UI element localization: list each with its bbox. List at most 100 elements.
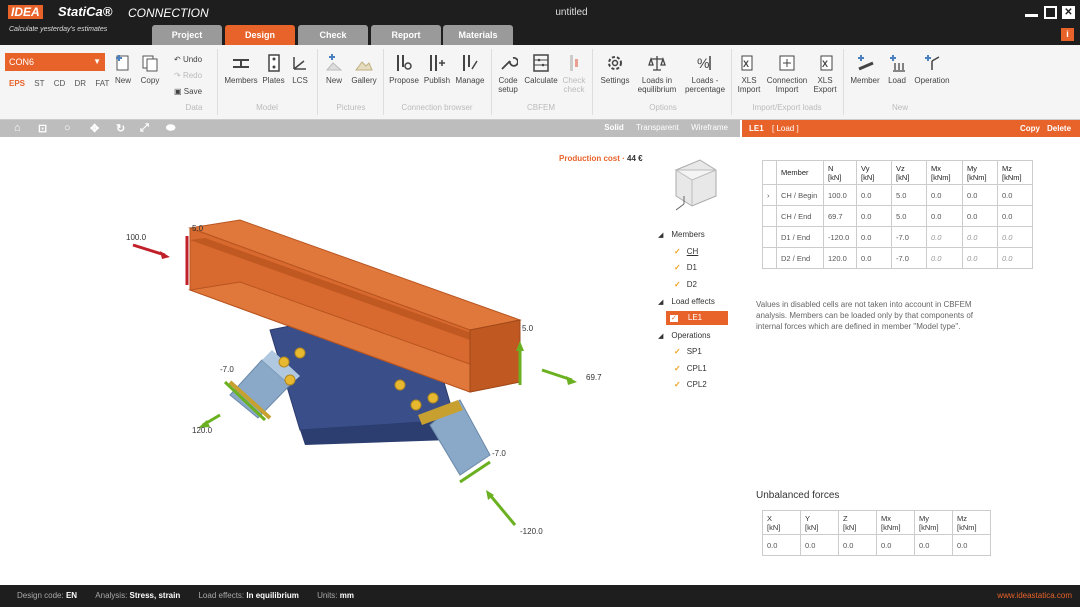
loads-percentage-button[interactable]: % Loads - percentage (682, 53, 728, 94)
cell-vz[interactable]: 5.0 (891, 184, 927, 206)
tree-group-members[interactable]: ◢ Members (658, 230, 705, 239)
percent-icon: % (697, 55, 711, 71)
xls-export-button[interactable]: X XLS Export (811, 53, 839, 94)
analysis-st[interactable]: ST (34, 79, 44, 88)
group-data-label: Data (185, 103, 203, 112)
table-row[interactable]: D2 / End 120.0 0.0 -7.0 0.0 0.0 0.0 (762, 247, 1033, 269)
info-icon[interactable]: i (1061, 28, 1074, 41)
cell-n[interactable]: 69.7 (823, 205, 857, 227)
connection-import-button[interactable]: Connection Import (764, 53, 810, 94)
status-bar: Design code: EN Analysis: Stress, strain… (0, 585, 1080, 607)
zoom-icon[interactable]: ○ (64, 122, 71, 134)
undo-button[interactable]: ↶ Undo (174, 55, 202, 64)
force-arrowhead (566, 376, 577, 385)
cell-n[interactable]: 120.0 (823, 247, 857, 269)
tree-item-le1[interactable]: ✓ LE1 (666, 311, 728, 325)
rotate-icon[interactable]: ↻ (116, 122, 125, 135)
propose-label: Propose (389, 76, 419, 85)
website-link[interactable]: www.ideastatica.com (997, 585, 1072, 607)
check-icon: ✓ (674, 247, 681, 256)
load-effect-header: LE1 [ Load ] Copy Delete (742, 120, 1080, 137)
analysis-fat[interactable]: FAT (95, 79, 109, 88)
new-button[interactable]: New (112, 53, 134, 85)
cell-vy[interactable]: 0.0 (856, 184, 892, 206)
gallery-button[interactable]: Gallery (349, 53, 379, 85)
analysis-eps[interactable]: EPS (9, 79, 25, 88)
tab-design[interactable]: Design (225, 25, 295, 45)
calculate-button[interactable]: Calculate (522, 53, 560, 85)
cell-vy[interactable]: 0.0 (856, 205, 892, 227)
new-member-button[interactable]: Member (847, 53, 883, 85)
tab-report[interactable]: Report (371, 25, 441, 45)
manage-button[interactable]: Manage (453, 53, 487, 85)
connection-3d-model[interactable] (0, 137, 740, 582)
row-selector[interactable] (762, 247, 777, 269)
cell-vy[interactable]: 0.0 (856, 247, 892, 269)
plates-button[interactable]: Plates (261, 53, 286, 85)
cell-my[interactable]: 0.0 (962, 205, 998, 227)
cell-vy[interactable]: 0.0 (856, 226, 892, 248)
connection-select[interactable]: CON6 ▼ (5, 53, 105, 71)
zoom-extents-icon[interactable]: ⤢ (140, 122, 149, 135)
xls-import-button[interactable]: X XLS Import (735, 53, 763, 94)
cell-n[interactable]: -120.0 (823, 226, 857, 248)
table-row[interactable]: › CH / Begin 100.0 0.0 5.0 0.0 0.0 0.0 (762, 184, 1033, 206)
cell-mz[interactable]: 0.0 (997, 184, 1033, 206)
delete-load-button[interactable]: Delete (1047, 120, 1071, 137)
settings-button[interactable]: Settings (598, 53, 632, 85)
zoom-window-icon[interactable]: ⊡ (38, 122, 47, 135)
check-check-button[interactable]: Check check (561, 53, 587, 94)
row-selector[interactable] (762, 226, 777, 248)
redo-button[interactable]: ↷ Redo (174, 71, 202, 80)
tree-item-d2[interactable]: ✓ D2 (674, 280, 697, 289)
tree-item-ch[interactable]: ✓ CH (674, 247, 698, 256)
maximize-button[interactable] (1044, 6, 1057, 19)
table-row[interactable]: CH / End 69.7 0.0 5.0 0.0 0.0 0.0 (762, 205, 1033, 227)
row-selector[interactable] (762, 205, 777, 227)
cell-n[interactable]: 100.0 (823, 184, 857, 206)
cell-vz[interactable]: -7.0 (891, 247, 927, 269)
cell-my[interactable]: 0.0 (962, 184, 998, 206)
tree-item-cpl2[interactable]: ✓ CPL2 (674, 380, 707, 389)
code-setup-button[interactable]: Code setup (495, 53, 521, 94)
row-selector-icon[interactable]: › (762, 184, 777, 206)
new-load-button[interactable]: Load (884, 53, 910, 85)
section-icon[interactable]: ⬬ (166, 122, 175, 135)
pan-icon[interactable]: ✥ (90, 122, 99, 135)
copy-load-button[interactable]: Copy (1020, 120, 1040, 137)
close-button[interactable]: ✕ (1062, 6, 1075, 19)
propose-button[interactable]: Propose (387, 53, 421, 85)
view-mode-wireframe[interactable]: Wireframe (691, 123, 728, 132)
cell-mx[interactable]: 0.0 (926, 205, 963, 227)
plates-label: Plates (262, 76, 285, 85)
view-mode-solid[interactable]: Solid (604, 123, 624, 132)
tree-group-load-effects[interactable]: ◢ Load effects (658, 297, 715, 306)
cell-vz[interactable]: 5.0 (891, 205, 927, 227)
loads-equilibrium-button[interactable]: Loads in equilibrium (633, 53, 681, 94)
tree-group-operations[interactable]: ◢ Operations (658, 331, 711, 340)
tree-item-d1[interactable]: ✓ D1 (674, 263, 697, 272)
analysis-dr[interactable]: DR (75, 79, 87, 88)
publish-button[interactable]: Publish (422, 53, 452, 85)
cell-vz[interactable]: -7.0 (891, 226, 927, 248)
minimize-button[interactable] (1025, 6, 1038, 17)
table-row[interactable]: D1 / End -120.0 0.0 -7.0 0.0 0.0 0.0 (762, 226, 1033, 248)
tab-project[interactable]: Project (152, 25, 222, 45)
save-button[interactable]: ▣ Save (174, 87, 202, 96)
lcs-button[interactable]: LCS (289, 53, 311, 85)
tab-check[interactable]: Check (298, 25, 368, 45)
analysis-cd[interactable]: CD (54, 79, 66, 88)
cell-mz[interactable]: 0.0 (997, 205, 1033, 227)
cell-mx[interactable]: 0.0 (926, 184, 963, 206)
new-picture-button[interactable]: New (322, 53, 346, 85)
members-button[interactable]: Members (222, 53, 260, 85)
home-icon[interactable]: ⌂ (14, 122, 21, 134)
tab-materials[interactable]: Materials (443, 25, 513, 45)
tree-item-sp1[interactable]: ✓ SP1 (674, 347, 702, 356)
conn-import-label-2: Import (775, 85, 799, 94)
view-mode-transparent[interactable]: Transparent (636, 123, 679, 132)
tree-item-cpl1[interactable]: ✓ CPL1 (674, 364, 707, 373)
model-viewport[interactable]: 100.0 5.0 5.0 69.7 -7.0 120.0 -7.0 -120.… (0, 137, 740, 582)
new-operation-button[interactable]: Operation (911, 53, 953, 85)
copy-button[interactable]: Copy (138, 53, 162, 85)
